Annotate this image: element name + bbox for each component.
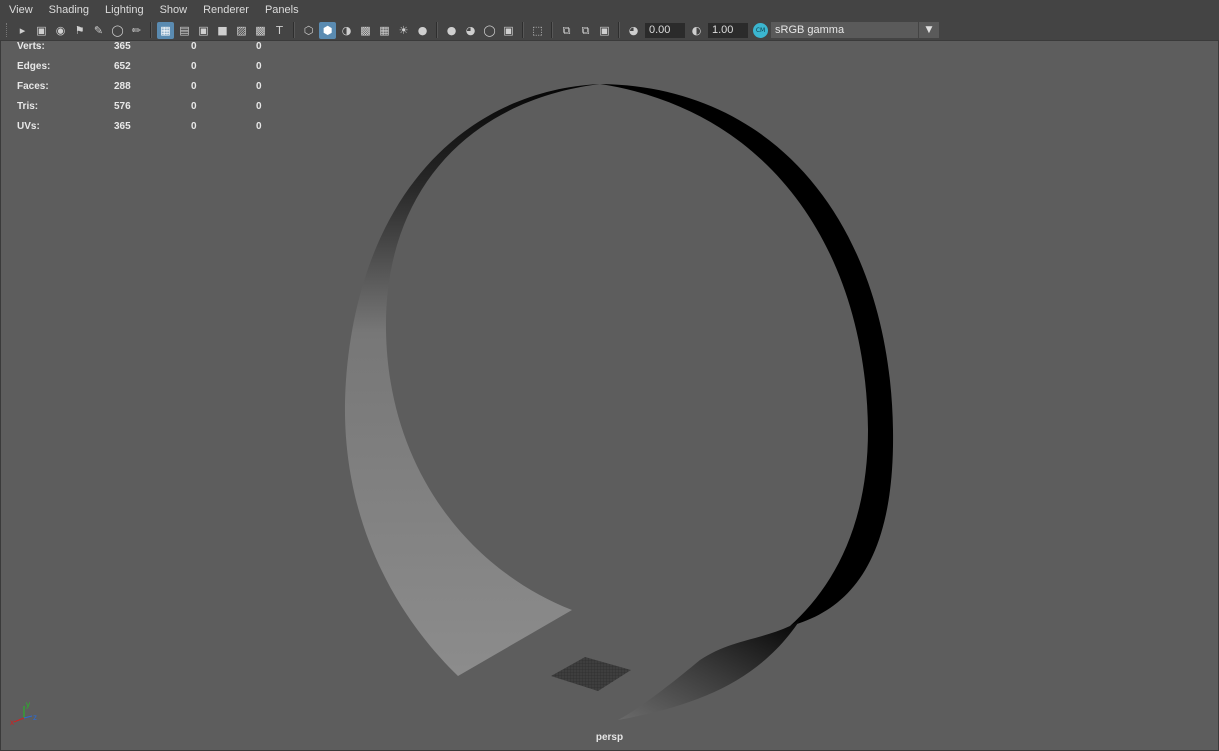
select-camera-icon[interactable]: ▸ <box>14 22 31 39</box>
hud-value: 0 <box>256 121 262 132</box>
menu-shading[interactable]: Shading <box>41 4 97 16</box>
hud-value: 576 <box>114 101 131 112</box>
motion-blur-icon[interactable]: ◕ <box>462 22 479 39</box>
hud-value: 652 <box>114 61 131 72</box>
menu-view[interactable]: View <box>0 4 41 16</box>
xray-active-components-icon[interactable]: ▣ <box>596 22 613 39</box>
wireframe-icon[interactable]: ⬡ <box>300 22 317 39</box>
hud-value: 365 <box>114 121 131 132</box>
hud-row-faces: Faces: 288 0 0 <box>17 81 277 101</box>
hud-value: 0 <box>191 41 197 52</box>
ambient-occlusion-icon[interactable]: ● <box>443 22 460 39</box>
film-gate-icon[interactable]: ▤ <box>176 22 193 39</box>
shadows-icon[interactable]: ● <box>414 22 431 39</box>
hud-label: Edges: <box>17 61 51 72</box>
two-d-pan-zoom-icon[interactable]: ✎ <box>90 22 107 39</box>
exposure-field[interactable]: 0.00 <box>645 22 685 38</box>
hud-label: Faces: <box>17 81 49 92</box>
menu-show[interactable]: Show <box>152 4 196 16</box>
color-management-icon[interactable]: CM <box>753 22 768 38</box>
hud-row-verts: Verts: 365 0 0 <box>17 41 277 61</box>
viewport-toolbar: ▸ ▣ ◉ ⚑ ✎ ◯ ✏ ▦ ▤ ▣ ■ ▨ ▩ T ⬡ ⬢ ◑ ▩ ▦ ☀ … <box>0 20 1219 40</box>
hud-value: 0 <box>256 101 262 112</box>
toolbar-separator <box>150 22 152 38</box>
use-all-lights-icon[interactable]: ☀ <box>395 22 412 39</box>
wireframe-on-shaded-icon[interactable]: ◑ <box>338 22 355 39</box>
hud-value: 0 <box>191 101 197 112</box>
hud-value: 0 <box>191 61 197 72</box>
menu-renderer[interactable]: Renderer <box>195 4 257 16</box>
checker-icon[interactable]: ▦ <box>376 22 393 39</box>
menu-lighting[interactable]: Lighting <box>97 4 152 16</box>
hud-row-uvs: UVs: 365 0 0 <box>17 121 277 141</box>
safe-action-icon[interactable]: ▩ <box>252 22 269 39</box>
axis-label-x: x <box>10 718 14 726</box>
camera-name-label: persp <box>595 732 624 743</box>
hud-value: 288 <box>114 81 131 92</box>
poly-count-hud: Verts: 365 0 0 Edges: 652 0 0 Faces: 288… <box>17 41 277 141</box>
xray-icon[interactable]: ⧉ <box>558 22 575 39</box>
axis-label-z: z <box>33 713 37 722</box>
hud-value: 0 <box>256 81 262 92</box>
xray-joints-icon[interactable]: ⧉ <box>577 22 594 39</box>
toolbar-separator <box>522 22 524 38</box>
safe-title-icon[interactable]: T <box>271 22 288 39</box>
depth-of-field-icon[interactable]: ▣ <box>500 22 517 39</box>
toolbar-separator <box>436 22 438 38</box>
view-transform-select[interactable]: sRGB gamma <box>771 22 918 38</box>
view-axis-icon: y x z <box>10 700 37 726</box>
chevron-down-icon[interactable]: ▼ <box>918 22 939 38</box>
hud-value: 0 <box>191 121 197 132</box>
viewport-menubar: View Shading Lighting Show Renderer Pane… <box>0 0 1219 20</box>
mesh-patch <box>551 657 631 691</box>
menu-panels[interactable]: Panels <box>257 4 307 16</box>
toolbar-grip[interactable] <box>6 23 9 37</box>
grid-icon[interactable]: ▦ <box>157 21 174 39</box>
hud-value: 365 <box>114 41 131 52</box>
toolbar-separator <box>618 22 620 38</box>
resolution-gate-icon[interactable]: ▣ <box>195 22 212 39</box>
camera-attributes-icon[interactable]: ▣ <box>33 22 50 39</box>
exposure-icon[interactable]: ◕ <box>625 22 642 39</box>
ribbon-right-band <box>600 84 894 626</box>
hud-value: 0 <box>256 41 262 52</box>
hud-row-tris: Tris: 576 0 0 <box>17 101 277 121</box>
gate-mask-icon[interactable]: ■ <box>214 22 231 39</box>
toolbar-separator <box>551 22 553 38</box>
isolate-select-icon[interactable]: ⬚ <box>529 22 546 39</box>
hud-value: 0 <box>256 61 262 72</box>
ribbon-bottom-band <box>618 620 800 720</box>
gamma-icon[interactable]: ◐ <box>688 22 705 39</box>
bookmarks-icon[interactable]: ◉ <box>52 22 69 39</box>
ribbon-left-band <box>344 84 600 676</box>
hud-value: 0 <box>191 81 197 92</box>
toolbar-separator <box>293 22 295 38</box>
field-chart-icon[interactable]: ▨ <box>233 22 250 39</box>
axis-label-y: y <box>26 700 30 709</box>
smooth-shade-icon[interactable]: ⬢ <box>319 21 336 39</box>
hud-row-edges: Edges: 652 0 0 <box>17 61 277 81</box>
hud-label: Verts: <box>17 41 45 52</box>
pencil-icon[interactable]: ✏ <box>128 22 145 39</box>
grease-pencil-icon[interactable]: ◯ <box>109 22 126 39</box>
image-plane-icon[interactable]: ⚑ <box>71 22 88 39</box>
anti-aliasing-icon[interactable]: ◯ <box>481 22 498 39</box>
viewport-canvas[interactable] <box>0 40 1219 751</box>
textured-icon[interactable]: ▩ <box>357 22 374 39</box>
hud-label: Tris: <box>17 101 39 112</box>
gamma-field[interactable]: 1.00 <box>708 22 748 38</box>
hud-label: UVs: <box>17 121 40 132</box>
